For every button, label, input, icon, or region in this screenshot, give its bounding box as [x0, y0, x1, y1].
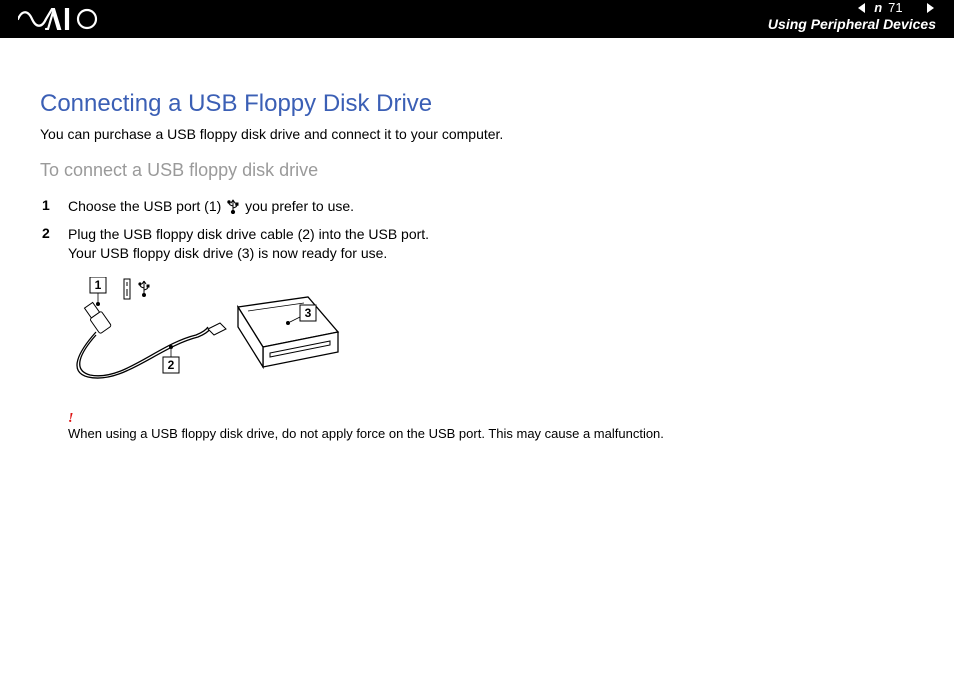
page-header: n 71 N Using Peripheral Devices [0, 0, 954, 38]
step-number: 1 [40, 197, 68, 213]
page-title: Connecting a USB Floppy Disk Drive [40, 90, 884, 118]
illustration: 1 [68, 277, 884, 397]
callout-3: 3 [305, 306, 312, 320]
warning-block: ! When using a USB floppy disk drive, do… [68, 411, 884, 441]
lead-paragraph: You can purchase a USB floppy disk drive… [40, 126, 884, 142]
header-section-title: Using Peripheral Devices [768, 16, 936, 32]
step-number: 2 [40, 225, 68, 241]
prev-page-icon[interactable] [856, 2, 868, 14]
subsection-title: To connect a USB floppy disk drive [40, 160, 884, 181]
step-item: 1 Choose the USB port (1) you prefer to … [40, 197, 884, 219]
header-right: n 71 N Using Peripheral Devices [768, 0, 936, 32]
next-page-icon[interactable] [924, 2, 936, 14]
step-item: 2 Plug the USB floppy disk drive cable (… [40, 225, 884, 263]
usb-icon [227, 198, 239, 219]
header-page-nav: n 71 N [856, 0, 936, 15]
step-body: Plug the USB floppy disk drive cable (2)… [68, 225, 429, 263]
warning-text: When using a USB floppy disk drive, do n… [68, 426, 664, 441]
section-title: Using Peripheral Devices [768, 16, 936, 32]
step-body: Choose the USB port (1) you prefer to us… [68, 197, 354, 219]
step-text-post: you prefer to use. [241, 198, 354, 214]
callout-1: 1 [95, 278, 102, 292]
page-number: 71 [888, 0, 902, 15]
vaio-logo-graphic [18, 8, 108, 30]
page-content: Connecting a USB Floppy Disk Drive You c… [0, 38, 954, 441]
callout-2: 2 [168, 358, 175, 372]
n-overlay: n [874, 0, 882, 15]
warning-icon: ! [68, 411, 884, 427]
step-text-pre: Choose the USB port (1) [68, 198, 225, 214]
vaio-logo [18, 8, 108, 30]
steps-list: 1 Choose the USB port (1) you prefer to … [40, 197, 884, 263]
header-left [18, 8, 108, 30]
